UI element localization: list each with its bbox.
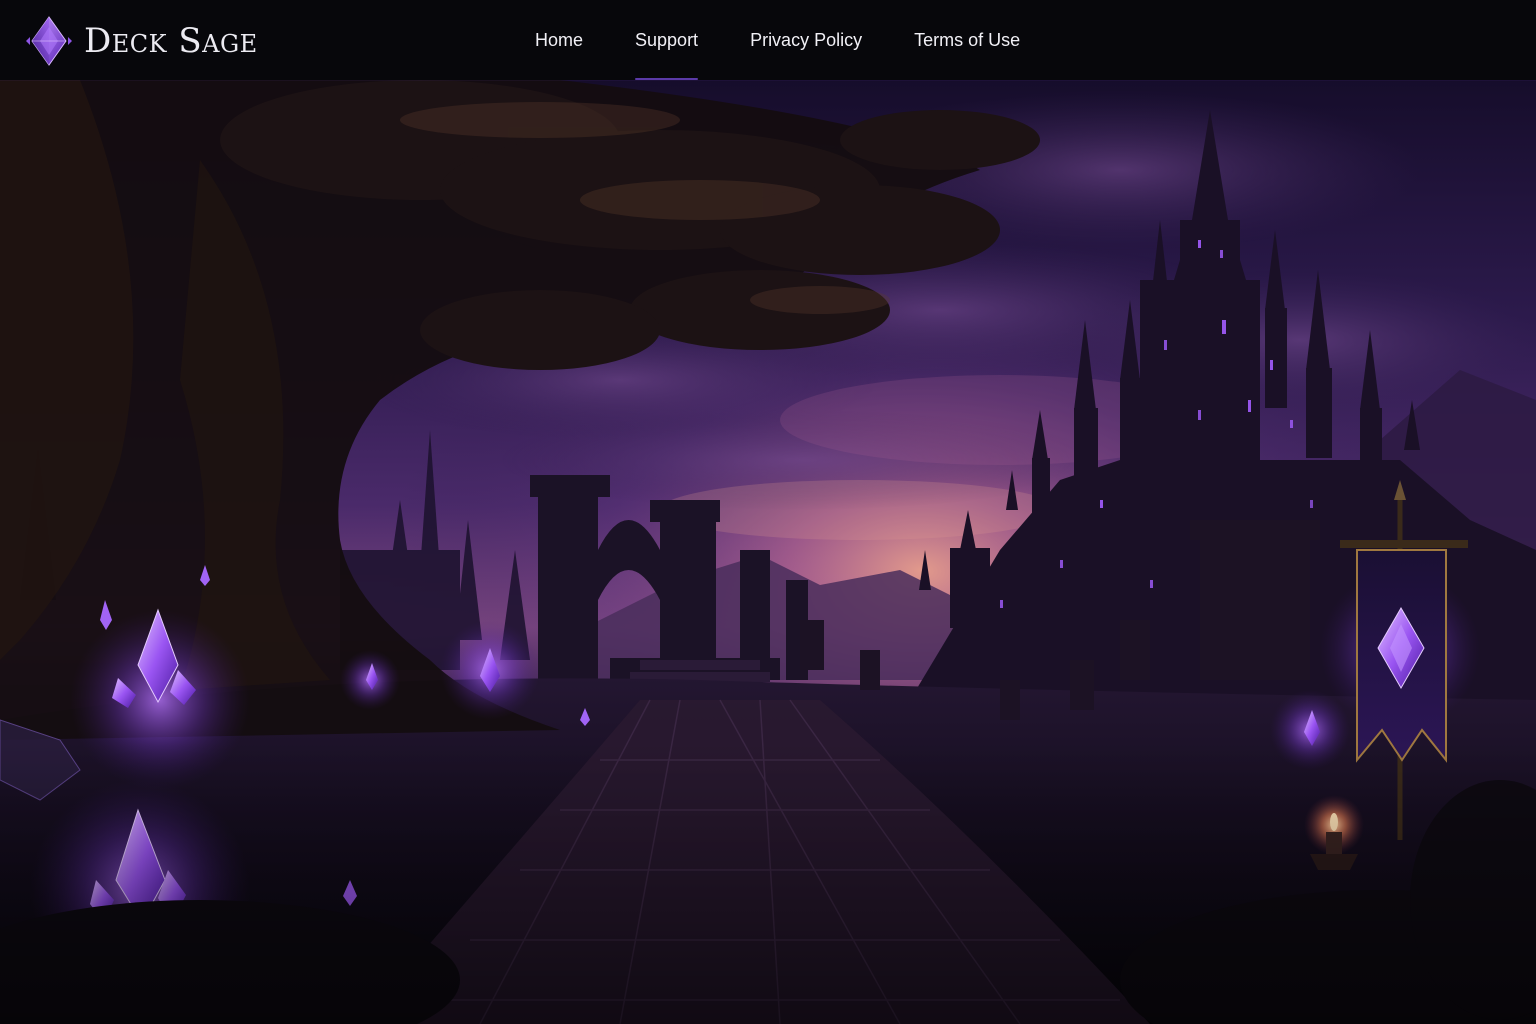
nav-terms-of-use[interactable]: Terms of Use [914,26,1020,55]
brand-home-link[interactable]: Deck Sage [26,16,258,66]
nav-privacy-policy[interactable]: Privacy Policy [750,26,862,55]
main-nav: Home Support Privacy Policy Terms of Use [535,0,1020,80]
purple-crystal-icon [26,16,72,66]
nav-home[interactable]: Home [535,26,583,55]
nav-support[interactable]: Support [635,26,699,80]
page: Deck Sage Home Support Privacy Policy Te… [0,0,1536,1024]
brand-name: Deck Sage [84,21,258,61]
top-navbar: Deck Sage Home Support Privacy Policy Te… [0,0,1536,80]
hero-background [0,80,1536,1024]
fantasy-landscape-illustration [0,80,1536,1024]
